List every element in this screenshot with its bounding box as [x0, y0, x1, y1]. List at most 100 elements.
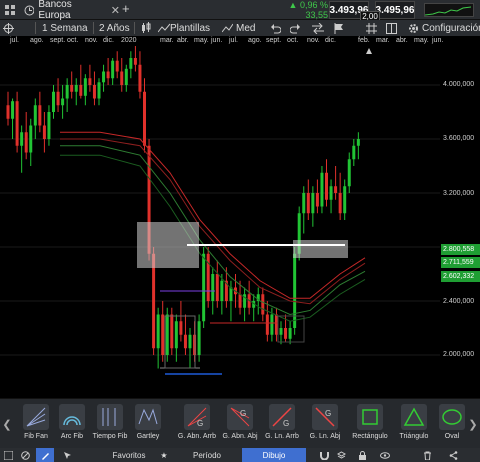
chart-toolbar: 1 Semana 2 Años Plantillas Med Configura…: [0, 20, 480, 36]
compare-button[interactable]: [312, 20, 324, 36]
price-chart[interactable]: [0, 46, 440, 398]
time-tick-label: jul.: [229, 37, 238, 44]
symbol-tab[interactable]: Bancos Europa ✕: [20, 0, 120, 21]
drawing-tab-label: Dibujo: [262, 450, 286, 460]
grid-toggle-button[interactable]: [366, 20, 377, 36]
add-tab-button[interactable]: +: [122, 1, 130, 16]
price-marker-tag: 2.711,559: [441, 257, 480, 268]
candle-body: [215, 274, 219, 301]
visibility-button[interactable]: [378, 448, 392, 462]
time-tick-label: sept.: [266, 37, 282, 44]
lock-button[interactable]: [356, 448, 368, 462]
drawing-tools-panel: ❮ Fib Fan Arc Fib Tiempo Fib Gartley G G. Abn…: [0, 398, 480, 448]
split-button[interactable]: [386, 20, 397, 36]
tool-label: G. Abn. Arrb: [177, 433, 217, 440]
crosshair-button[interactable]: [3, 20, 14, 36]
layout-button[interactable]: [0, 0, 20, 20]
magnet-button[interactable]: [318, 448, 330, 462]
candle-body: [20, 132, 24, 146]
candle-type-button[interactable]: [140, 20, 152, 36]
tool-gann-line-up[interactable]: G G. Ln. Arrb: [260, 404, 304, 448]
range-dropdown[interactable]: 2 Años: [99, 20, 130, 36]
candle-body: [188, 334, 192, 349]
time-tick-label: nov.: [85, 37, 98, 44]
oval-icon: [439, 404, 465, 430]
cursor-button[interactable]: [58, 448, 76, 462]
star-button[interactable]: ★: [158, 448, 170, 462]
price-axis: 4.000,0003.600,0003.200,0002.800,0002.40…: [440, 46, 480, 398]
candle-body: [124, 68, 128, 85]
period-dropdown[interactable]: 1 Semana: [42, 20, 88, 36]
pen-button[interactable]: [36, 448, 54, 462]
delete-button[interactable]: [420, 448, 434, 462]
time-tick-label: ago.: [30, 37, 44, 44]
time-tick-label: 2020: [121, 37, 137, 44]
redo-icon: [290, 23, 300, 33]
candle-body: [129, 58, 133, 69]
flag-button[interactable]: [334, 20, 344, 36]
period-tab[interactable]: Período: [172, 448, 242, 462]
chart-style-button[interactable]: Med: [222, 20, 255, 36]
candle-body: [265, 314, 269, 335]
tool-gann-up[interactable]: G G. Abn. Arrb: [175, 404, 219, 448]
no-drawing-button[interactable]: [16, 448, 34, 462]
ban-icon: [20, 450, 30, 460]
price-type-label: Med: [236, 22, 256, 34]
candle-body: [279, 328, 283, 335]
svg-text:G: G: [325, 409, 331, 418]
star-icon: ★: [160, 450, 168, 460]
time-tick-label: mar.: [160, 37, 174, 44]
candle-body: [220, 280, 224, 301]
candle-body: [325, 172, 328, 200]
candle-body: [11, 101, 15, 119]
time-tick-label: mar.: [376, 37, 390, 44]
candle-body: [133, 58, 137, 65]
tool-label: Rectángulo: [352, 433, 388, 440]
pen-icon: [41, 452, 49, 460]
hash-icon: [366, 22, 377, 34]
candle-body: [47, 112, 51, 139]
candle-body: [52, 91, 55, 112]
candle-body: [138, 64, 142, 92]
candle-body: [356, 139, 360, 146]
candle-body: [106, 71, 110, 79]
tool-gartley[interactable]: Gartley: [126, 404, 170, 448]
candle-body: [97, 82, 101, 99]
layers-icon: [336, 450, 346, 459]
candle-body: [211, 274, 215, 301]
settings-button[interactable]: Configuración: [408, 20, 480, 36]
layers-button[interactable]: [334, 448, 348, 462]
redo-button[interactable]: [290, 20, 301, 36]
scroll-left-button[interactable]: ❮: [0, 399, 14, 449]
indicators-button[interactable]: [158, 20, 170, 36]
tool-label: G. Ln. Arrb: [265, 433, 299, 440]
scroll-right-button[interactable]: ❯: [466, 399, 480, 449]
candle-body: [74, 85, 78, 92]
tool-gann-down[interactable]: G G. Abn. Abj: [218, 404, 262, 448]
tool-gann-line-down[interactable]: G G. Ln. Abj: [303, 404, 347, 448]
time-tick-label: oct.: [67, 37, 79, 44]
gear-icon: [409, 23, 418, 33]
time-tick-label: jun.: [211, 37, 223, 44]
time-tick-label: may.: [194, 37, 209, 44]
period-label: 1 Semana: [42, 22, 88, 34]
candle-body: [293, 253, 297, 328]
tool-rectangle[interactable]: Rectángulo: [348, 404, 392, 448]
close-tab-icon[interactable]: ✕: [111, 4, 120, 17]
clear-button[interactable]: [0, 448, 16, 462]
favorites-tab[interactable]: Favoritos: [95, 448, 163, 462]
gann-line-up-icon: G: [269, 404, 295, 430]
change-pct: 0,96 %: [299, 0, 328, 10]
drawing-tab[interactable]: Dibujo: [242, 448, 306, 462]
scroll-marker-icon: [366, 48, 372, 54]
candle-body: [156, 314, 160, 349]
drawn-rectangle-2: [293, 240, 348, 258]
undo-button[interactable]: [270, 20, 281, 36]
share-button[interactable]: [446, 448, 460, 462]
time-tick-label: dic.: [103, 37, 114, 44]
templates-button[interactable]: Plantillas: [170, 20, 210, 36]
price-tick-label: 4.000,000: [443, 81, 475, 88]
cursor-icon: [63, 451, 71, 459]
symbol-name: Bancos Europa: [38, 0, 72, 21]
buy-price-button[interactable]: 3.495,96: [375, 1, 415, 19]
